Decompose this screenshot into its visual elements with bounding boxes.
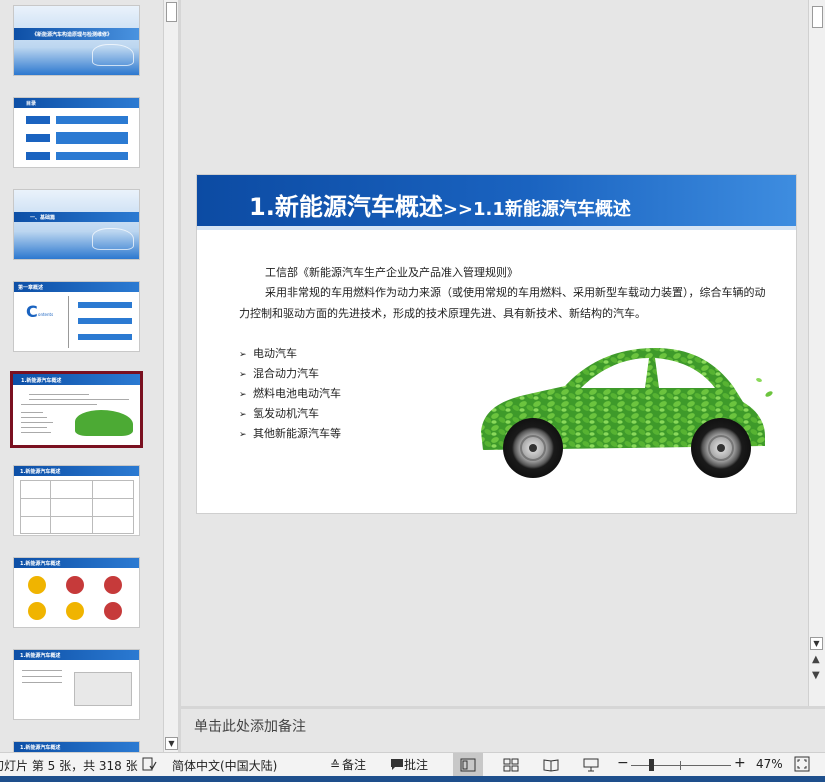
slide-sorter-button[interactable] <box>496 753 526 777</box>
scroll-down-arrow-icon[interactable]: ▼ <box>810 637 823 650</box>
next-slide-icon[interactable]: ▼ <box>812 671 820 681</box>
slide-scrollbar[interactable]: ▼ ▲ ▼ <box>808 0 825 708</box>
thumbnail-scrollbar[interactable]: ▼ <box>163 0 178 752</box>
car-outline-icon <box>92 228 134 250</box>
notes-icon: ≙ <box>330 758 341 772</box>
reading-view-button[interactable] <box>536 753 566 777</box>
bullet-arrow-icon: ➢ <box>239 370 247 380</box>
bullet-item[interactable]: ➢ 混合动力汽车 <box>239 365 319 381</box>
slide-thumbnail-9[interactable]: 1.新能源汽车概述 <box>13 741 140 752</box>
normal-view-icon <box>460 758 476 772</box>
slide-counter: 幻灯片 第 5 张，共 318 张 <box>0 759 138 773</box>
zoom-slider-track[interactable] <box>631 765 731 766</box>
language-indicator[interactable]: 简体中文(中国大陆) <box>172 757 277 774</box>
slide-thumbnail-4[interactable]: 第一章概述 C ontents <box>13 281 140 352</box>
notes-pane[interactable]: 单击此处添加备注 <box>181 709 825 752</box>
bullet-arrow-icon: ➢ <box>239 430 247 440</box>
comment-icon <box>391 759 403 770</box>
slideshow-icon <box>583 758 599 772</box>
thumbnail-8-title: 1.新能源汽车概述 <box>20 653 61 659</box>
slide-title-main: 1.新能源汽车概述 <box>249 193 443 221</box>
bullet-item[interactable]: ➢ 燃料电池电动汽车 <box>239 385 341 401</box>
slide-text-line-2[interactable]: 采用非常规的车用燃料作为动力来源（或使用常规的车用燃料、采用新型车载动力装置），… <box>265 284 766 300</box>
slide-subtitle: >>1.1新能源汽车概述 <box>442 199 631 220</box>
thumbnail-5-title: 1.新能源汽车概述 <box>21 378 62 384</box>
slide-text-line-1[interactable]: 工信部《新能源汽车生产企业及产品准入管理规则》 <box>265 264 518 280</box>
slide-title-band: 1.新能源汽车概述>>1.1新能源汽车概述 <box>197 175 796 226</box>
thumbnail-2-title: 目录 <box>26 101 37 107</box>
notes-placeholder[interactable]: 单击此处添加备注 <box>194 716 306 736</box>
slide-thumbnail-2[interactable]: 目录 <box>13 97 140 168</box>
normal-view-button[interactable] <box>453 753 483 777</box>
thumbnail-3-title: 一、基础篇 <box>30 215 56 221</box>
zoom-in-button[interactable]: + <box>734 755 746 771</box>
thumbnail-9-title: 1.新能源汽车概述 <box>20 745 61 751</box>
green-leaf-car-image[interactable] <box>477 340 777 480</box>
thumbnail-6-title: 1.新能源汽车概述 <box>20 469 61 475</box>
fit-to-window-icon <box>794 756 810 772</box>
spellcheck-icon[interactable] <box>141 756 157 775</box>
slide-thumbnail-1[interactable]: 《新能源汽车构造原理与检测维修》 <box>13 5 140 76</box>
taskbar-strip <box>0 776 825 782</box>
thumbnail-4-caption: ontents <box>38 312 54 317</box>
scroll-down-arrow-icon[interactable]: ▼ <box>165 737 178 750</box>
car-outline-icon <box>92 44 134 66</box>
slide-thumbnail-5-selected[interactable]: 1.新能源汽车概述 <box>10 371 143 448</box>
slide-thumbnail-6[interactable]: 1.新能源汽车概述 <box>13 465 140 536</box>
title-underline-bar <box>197 226 796 230</box>
thumbnail-4-letter: C <box>26 302 38 321</box>
slide-title[interactable]: 1.新能源汽车概述>>1.1新能源汽车概述 <box>249 187 631 222</box>
slide-thumbnail-7[interactable]: 1.新能源汽车概述 <box>13 557 140 628</box>
bullet-item[interactable]: ➢ 氢发动机汽车 <box>239 405 319 421</box>
bullet-arrow-icon: ➢ <box>239 410 247 420</box>
green-car-thumbnail-icon <box>75 410 133 436</box>
status-bar: 幻灯片 第 5 张，共 318 张 简体中文(中国大陆) ≙ 备注 批注 − + … <box>0 752 825 777</box>
thumbnail-1-title: 《新能源汽车构造原理与检测维修》 <box>32 32 113 38</box>
zoom-slider-center-tick <box>680 761 681 770</box>
bullet-arrow-icon: ➢ <box>239 390 247 400</box>
pane-splitter[interactable] <box>178 0 181 752</box>
thumbnail-4-title: 第一章概述 <box>18 285 44 291</box>
notes-toggle-button[interactable]: ≙ 备注 <box>330 756 366 773</box>
powerpoint-window: 《新能源汽车构造原理与检测维修》 目录 一、基础篇 第一章概述 C ontent… <box>0 0 825 782</box>
slide-thumbnail-8[interactable]: 1.新能源汽车概述 <box>13 649 140 720</box>
slide-scrollbar-thumb[interactable] <box>812 6 823 28</box>
zoom-slider-thumb[interactable] <box>649 759 654 771</box>
slide-thumbnail-pane: 《新能源汽车构造原理与检测维修》 目录 一、基础篇 第一章概述 C ontent… <box>0 0 163 752</box>
reading-view-icon <box>543 759 559 772</box>
bullet-item[interactable]: ➢ 电动汽车 <box>239 345 297 361</box>
thumbnail-7-title: 1.新能源汽车概述 <box>20 561 61 567</box>
zoom-level[interactable]: 47% <box>756 757 783 771</box>
slide-canvas[interactable]: 1.新能源汽车概述>>1.1新能源汽车概述 工信部《新能源汽车生产企业及产品准入… <box>196 174 797 514</box>
fit-to-window-button[interactable] <box>794 756 810 775</box>
comments-toggle-button[interactable]: 批注 <box>390 756 428 773</box>
previous-slide-icon[interactable]: ▲ <box>812 655 820 665</box>
bullet-item[interactable]: ➢ 其他新能源汽车等 <box>239 425 341 441</box>
slide-sorter-icon <box>503 758 519 772</box>
zoom-out-button[interactable]: − <box>617 755 629 771</box>
bullet-arrow-icon: ➢ <box>239 350 247 360</box>
thumbnail-scrollbar-thumb[interactable] <box>166 2 177 22</box>
slideshow-button[interactable] <box>576 753 606 777</box>
slide-text-line-3[interactable]: 力控制和驱动方面的先进技术，形成的技术原理先进、具有新技术、新结构的汽车。 <box>239 305 646 321</box>
slide-thumbnail-3[interactable]: 一、基础篇 <box>13 189 140 260</box>
